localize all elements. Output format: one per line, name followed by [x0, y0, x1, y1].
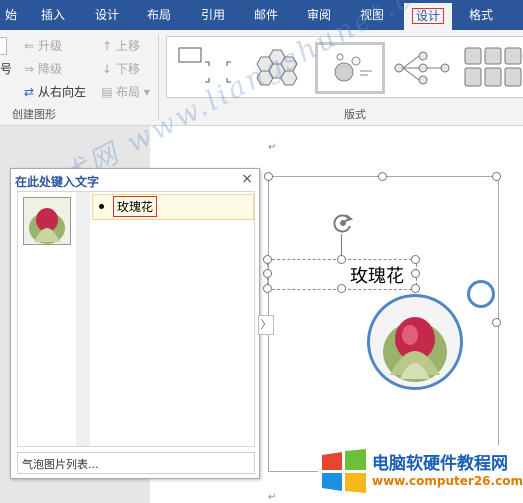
- arrow-left-icon: ⇐: [23, 39, 35, 53]
- resize-handle[interactable]: [337, 255, 346, 264]
- rotate-icon[interactable]: [330, 210, 356, 236]
- resize-handle[interactable]: [492, 318, 501, 327]
- ribbon-tab-bar: 始 插入 设计 布局 引用 邮件 审阅 视图 设计 格式: [0, 0, 523, 30]
- logo-url: www.computer26.com: [372, 474, 523, 488]
- paragraph-mark: ↵: [268, 142, 277, 153]
- layout-thumb-hierarchy-icon: [394, 51, 450, 85]
- dropdown-fragment[interactable]: [0, 37, 7, 55]
- resize-handle[interactable]: [411, 269, 420, 278]
- pane-thumbnail-column: [18, 192, 77, 446]
- tab-format[interactable]: 格式: [458, 0, 504, 30]
- resize-handle[interactable]: [263, 284, 272, 293]
- resize-handle[interactable]: [263, 269, 272, 278]
- tab-layout[interactable]: 布局: [136, 0, 182, 30]
- move-down-label: 下移: [116, 62, 141, 76]
- resize-handle[interactable]: [264, 172, 273, 181]
- close-icon[interactable]: ×: [241, 171, 253, 187]
- resize-handle[interactable]: [492, 172, 501, 181]
- rose-picture-bubble[interactable]: [367, 294, 463, 390]
- rose-thumbnail[interactable]: [23, 197, 71, 245]
- pane-indent-gutter: [76, 192, 90, 446]
- move-up-label: 上移: [116, 39, 141, 53]
- arrow-down-icon: ↓: [101, 62, 113, 76]
- small-bubble[interactable]: [467, 280, 495, 308]
- resize-handle[interactable]: [411, 284, 420, 293]
- windows-logo-icon: [322, 449, 366, 493]
- move-up-button[interactable]: ↑ 上移: [100, 37, 140, 54]
- pane-content: 玫瑰花: [17, 191, 255, 447]
- arrow-right-icon: ⇒: [23, 62, 35, 76]
- bullet-icon: [99, 204, 104, 209]
- ribbon-fragment-label: 号: [0, 62, 13, 76]
- resize-handle[interactable]: [263, 255, 272, 264]
- layout-thumb-grid-icon: [464, 47, 522, 87]
- resize-handle[interactable]: [411, 255, 420, 264]
- arrow-up-icon: ↑: [101, 39, 113, 53]
- tab-start[interactable]: 始: [0, 0, 22, 30]
- layouts-group-label: 版式: [344, 108, 366, 121]
- logo-title: 电脑软硬件教程网: [372, 454, 508, 474]
- demote-label: 降级: [38, 62, 63, 76]
- layout-option-5[interactable]: [461, 42, 523, 94]
- tab-references[interactable]: 引用: [190, 0, 236, 30]
- smartart-text-pane: 在此处键入文字 × 玫瑰花 气泡图片列表...: [10, 168, 260, 479]
- swap-icon: ⇄: [23, 85, 35, 99]
- rose-image: [383, 317, 447, 382]
- pane-title: 在此处键入文字: [15, 175, 100, 189]
- paragraph-mark-bottom: ↵: [268, 492, 277, 503]
- tab-design-doc[interactable]: 设计: [84, 0, 130, 30]
- layout-icon: ▤: [101, 85, 113, 99]
- tab-mailings[interactable]: 邮件: [243, 0, 289, 30]
- demote-button[interactable]: ⇒ 降级: [22, 60, 62, 77]
- tab-insert[interactable]: 插入: [30, 0, 76, 30]
- right-to-left-label: 从右向左: [38, 85, 87, 99]
- pane-toggle-button[interactable]: 〉: [258, 315, 274, 335]
- promote-button[interactable]: ⇐ 升级: [22, 37, 62, 54]
- smartart-label-text[interactable]: 玫瑰花: [350, 262, 404, 288]
- right-to-left-button[interactable]: ⇄ 从右向左: [22, 83, 86, 100]
- list-item-text[interactable]: 玫瑰花: [113, 196, 158, 217]
- site-logo: 电脑软硬件教程网 www.computer26.com: [318, 445, 523, 503]
- pane-footer-link[interactable]: 气泡图片列表...: [17, 452, 255, 474]
- layout-label: 布局: [116, 85, 141, 99]
- resize-handle[interactable]: [378, 172, 387, 181]
- create-graphic-group-label: 创建图形: [12, 108, 56, 121]
- pane-footer-label: 气泡图片列表...: [22, 458, 99, 471]
- rose-thumbnail-image: [29, 208, 65, 244]
- promote-label: 升级: [38, 39, 63, 53]
- list-item[interactable]: 玫瑰花: [92, 194, 254, 220]
- move-down-button[interactable]: ↓ 下移: [100, 60, 140, 77]
- resize-handle[interactable]: [337, 284, 346, 293]
- layout-button[interactable]: ▤ 布局 ▾: [100, 83, 150, 100]
- layout-option-4[interactable]: [389, 42, 459, 94]
